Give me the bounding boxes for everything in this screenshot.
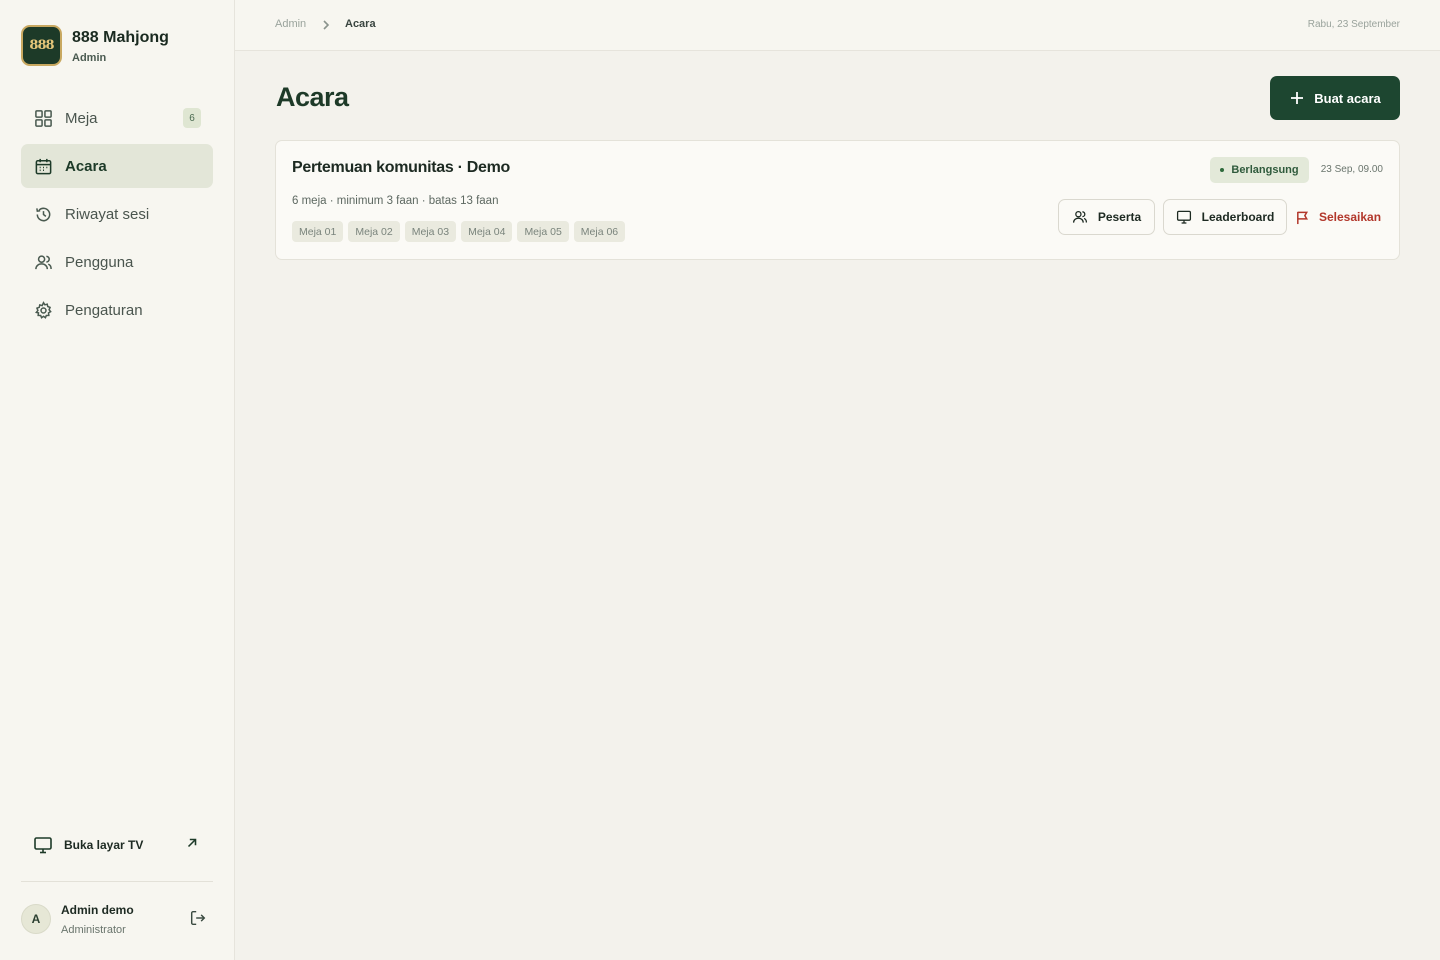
plus-icon	[1291, 92, 1304, 104]
monitor-icon	[34, 837, 52, 854]
event-meta: 6 meja · minimum 3 faan · batas 13 faan	[292, 195, 499, 207]
divider	[21, 881, 213, 882]
sidebar-item-pengguna[interactable]: Pengguna	[21, 240, 213, 284]
table-chip: Meja 01	[292, 221, 344, 242]
breadcrumb-root[interactable]: Admin	[275, 18, 306, 30]
sidebar-item-label: Riwayat sesi	[65, 205, 150, 223]
brand-logo: 888	[21, 25, 62, 66]
flag-icon	[1297, 211, 1309, 224]
brand[interactable]: 888 888 Mahjong Admin	[21, 25, 169, 66]
logout-icon[interactable]	[189, 909, 209, 929]
status-badge: Berlangsung	[1210, 157, 1309, 183]
leaderboard-label: Leaderboard	[1201, 210, 1275, 224]
sidebar: 888 888 Mahjong Admin Meja 6 Acara Riway…	[0, 0, 235, 960]
sidebar-item-label: Meja	[65, 109, 98, 127]
count-badge: 6	[183, 108, 201, 128]
event-tables: Meja 01 Meja 02 Meja 03 Meja 04 Meja 05 …	[292, 221, 626, 242]
finish-event-button[interactable]: Selesaikan	[1295, 199, 1381, 235]
brand-title: 888 Mahjong	[72, 28, 169, 46]
participants-button[interactable]: Peserta	[1058, 199, 1155, 235]
table-chip: Meja 04	[461, 221, 513, 242]
users-icon	[33, 252, 53, 272]
user-profile: A Admin demo Administrator	[21, 899, 213, 939]
status-dot-icon	[1220, 168, 1225, 172]
users-icon	[1072, 210, 1087, 223]
table-chip: Meja 03	[404, 221, 457, 242]
monitor-icon	[1176, 210, 1191, 224]
table-chip: Meja 05	[517, 221, 569, 242]
breadcrumb-current: Acara	[345, 18, 376, 30]
sidebar-item-label: Pengguna	[65, 253, 134, 271]
brand-subtitle: Admin	[72, 51, 107, 64]
create-event-button[interactable]: Buat acara	[1270, 76, 1400, 120]
sidebar-item-label: Acara	[65, 157, 107, 175]
user-role: Administrator	[61, 923, 126, 936]
sidebar-item-riwayat-sesi[interactable]: Riwayat sesi	[21, 192, 213, 236]
gear-icon	[33, 300, 53, 320]
leaderboard-button[interactable]: Leaderboard	[1163, 199, 1287, 235]
history-icon	[33, 204, 53, 224]
grid-icon	[33, 108, 53, 128]
topbar: Admin Acara Rabu, 23 September	[235, 0, 1440, 51]
avatar: A	[21, 904, 51, 934]
sidebar-item-meja[interactable]: Meja 6	[21, 96, 213, 140]
sidebar-nav: Meja 6 Acara Riwayat sesi Pengguna Penga…	[21, 96, 213, 336]
event-datetime: 23 Sep, 09.00	[1320, 164, 1383, 175]
tv-link-label: Buka layar TV	[64, 838, 144, 852]
current-date: Rabu, 23 September	[1307, 19, 1400, 30]
open-tv-screen-link[interactable]: Buka layar TV	[21, 826, 213, 864]
sidebar-item-pengaturan[interactable]: Pengaturan	[21, 288, 213, 332]
finish-event-label: Selesaikan	[1319, 210, 1382, 224]
sidebar-item-acara[interactable]: Acara	[21, 144, 213, 188]
create-event-label: Buat acara	[1314, 90, 1381, 106]
table-chip: Meja 06	[573, 221, 626, 242]
table-chip: Meja 02	[348, 221, 400, 242]
participants-label: Peserta	[1097, 210, 1142, 224]
event-card: Pertemuan komunitas · Demo 6 meja · mini…	[275, 140, 1400, 260]
page-title: Acara	[276, 82, 349, 112]
calendar-icon	[33, 156, 53, 176]
sidebar-item-label: Pengaturan	[65, 301, 143, 319]
user-name: Admin demo	[61, 902, 134, 917]
external-arrow-icon	[185, 836, 201, 852]
event-title: Pertemuan komunitas · Demo	[292, 159, 511, 176]
chevron-right-icon	[321, 18, 331, 32]
status-label: Berlangsung	[1231, 164, 1299, 176]
